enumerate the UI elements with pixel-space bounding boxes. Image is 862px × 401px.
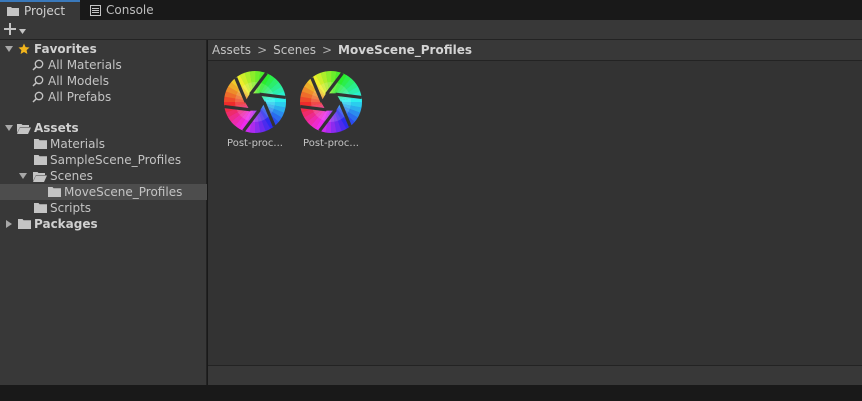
search-icon — [31, 59, 45, 71]
breadcrumb: Assets > Scenes > MoveScene_Profiles — [208, 40, 862, 61]
collapsed-arrow-icon[interactable] — [4, 219, 14, 229]
asset-browser-panel: Assets > Scenes > MoveScene_Profiles Pos… — [208, 40, 862, 385]
project-tree-panel: Favorites All Materials All Models All P… — [0, 40, 207, 385]
folder-icon — [33, 138, 47, 150]
tree-item-scenes[interactable]: Scenes — [0, 168, 207, 184]
chevron-down-icon — [19, 23, 26, 37]
asset-name: Post-proc... — [303, 138, 359, 149]
star-icon — [17, 43, 31, 55]
project-toolbar — [0, 20, 862, 40]
asset-tile[interactable]: Post-proc... — [220, 70, 290, 149]
folder-icon — [33, 202, 47, 214]
plus-icon — [4, 22, 16, 38]
breadcrumb-current[interactable]: MoveScene_Profiles — [338, 43, 472, 57]
tree-item-all-models[interactable]: All Models — [0, 73, 207, 89]
search-icon — [31, 75, 45, 87]
tree-item-all-prefabs[interactable]: All Prefabs — [0, 89, 207, 105]
favorites-label: Favorites — [34, 42, 97, 56]
samplescene-profiles-label: SampleScene_Profiles — [50, 153, 182, 167]
tree-item-packages[interactable]: Packages — [0, 216, 207, 232]
folder-open-icon — [17, 122, 31, 134]
folder-open-icon — [33, 170, 47, 182]
movescene-profiles-label: MoveScene_Profiles — [64, 185, 183, 199]
packages-label: Packages — [34, 217, 98, 231]
tree-item-materials[interactable]: Materials — [0, 136, 207, 152]
expanded-arrow-icon[interactable] — [18, 171, 28, 181]
tree-item-samplescene-profiles[interactable]: SampleScene_Profiles — [0, 152, 207, 168]
tree-item-scripts[interactable]: Scripts — [0, 200, 207, 216]
assets-label: Assets — [34, 121, 79, 135]
post-processing-profile-icon — [299, 70, 363, 134]
search-icon — [31, 91, 45, 103]
folder-icon — [6, 4, 20, 18]
all-materials-label: All Materials — [48, 58, 122, 72]
all-prefabs-label: All Prefabs — [48, 90, 112, 104]
breadcrumb-scenes[interactable]: Scenes — [273, 43, 316, 57]
folder-icon — [33, 154, 47, 166]
breadcrumb-separator: > — [257, 43, 268, 57]
tree-item-all-materials[interactable]: All Materials — [0, 57, 207, 73]
tab-project[interactable]: Project — [0, 0, 80, 20]
add-asset-button[interactable] — [4, 21, 34, 39]
post-processing-profile-icon — [223, 70, 287, 134]
tab-project-label: Project — [24, 4, 66, 18]
tree-item-assets[interactable]: Assets — [0, 120, 207, 136]
materials-label: Materials — [50, 137, 106, 151]
asset-name: Post-proc... — [227, 138, 283, 149]
folder-icon — [47, 186, 61, 198]
breadcrumb-assets[interactable]: Assets — [212, 43, 251, 57]
tab-console-label: Console — [106, 3, 154, 17]
console-icon — [88, 3, 102, 17]
expanded-arrow-icon[interactable] — [4, 44, 14, 54]
scenes-label: Scenes — [50, 169, 93, 183]
tree-item-favorites[interactable]: Favorites — [0, 41, 207, 57]
asset-tile[interactable]: Post-proc... — [296, 70, 366, 149]
all-models-label: All Models — [48, 74, 109, 88]
status-bar — [208, 365, 862, 385]
folder-icon — [17, 218, 31, 230]
bottom-strip — [0, 385, 862, 401]
breadcrumb-separator: > — [321, 43, 333, 57]
tab-console[interactable]: Console — [82, 0, 162, 20]
tree-item-movescene-profiles[interactable]: MoveScene_Profiles — [0, 184, 207, 200]
expanded-arrow-icon[interactable] — [4, 123, 14, 133]
window-tab-bar: Project Console — [0, 0, 862, 20]
scripts-label: Scripts — [50, 201, 92, 215]
